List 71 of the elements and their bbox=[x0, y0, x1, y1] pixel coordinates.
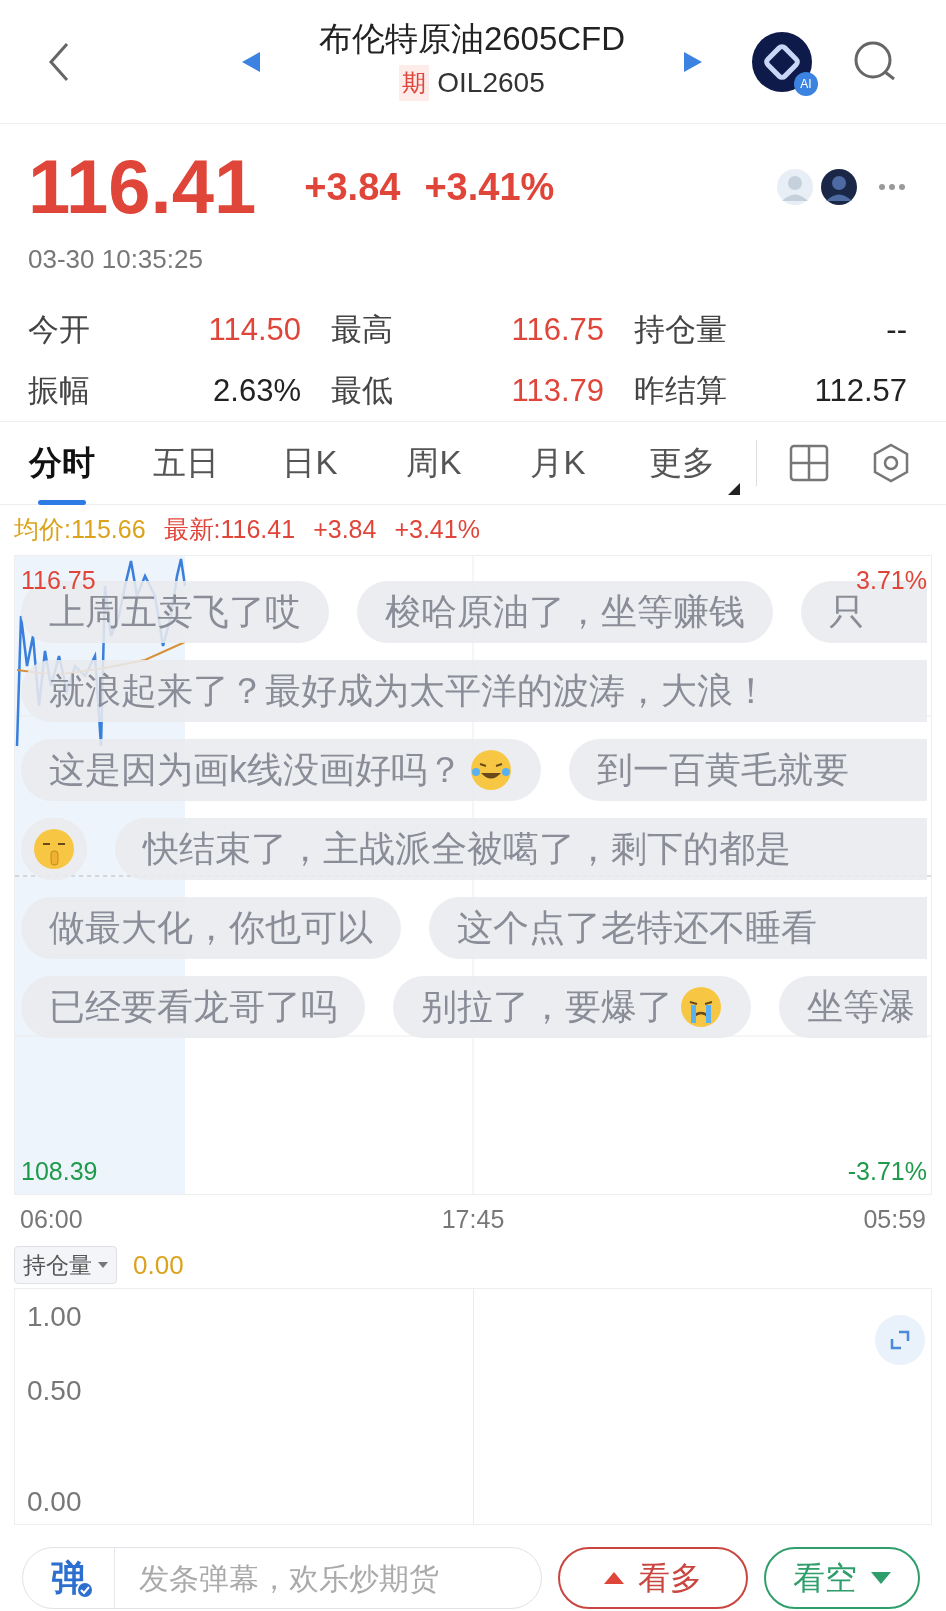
comment-text: 这是因为画k线没画好吗？ bbox=[49, 748, 463, 792]
summary-value: +3.41% bbox=[394, 514, 480, 546]
indicator-dropdown[interactable]: 持仓量 bbox=[14, 1245, 117, 1285]
user-avatar[interactable] bbox=[820, 168, 858, 206]
stat-label: 振幅 bbox=[28, 371, 90, 410]
comment-text: 到一百黄毛就要 bbox=[597, 748, 849, 792]
layout-grid-icon[interactable] bbox=[789, 444, 829, 482]
comment-text: 别拉了，要爆了 bbox=[421, 985, 673, 1029]
previous-arrow-icon[interactable] bbox=[240, 49, 262, 74]
chart-tab[interactable]: 月K bbox=[496, 421, 620, 505]
stat-label: 最低 bbox=[331, 371, 393, 410]
stat-value: 114.50 bbox=[208, 311, 301, 349]
chart-tab[interactable]: 五日 bbox=[124, 421, 248, 505]
comment-text: 梭哈原油了，坐等赚钱 bbox=[385, 590, 745, 634]
caret-icon bbox=[98, 1262, 108, 1268]
time-label: 06:00 bbox=[20, 1204, 83, 1236]
axis-label: -3.71% bbox=[847, 1159, 927, 1184]
danmaku-toggle[interactable]: 弹 bbox=[50, 1551, 87, 1605]
quote-time: 03-30 10:35:25 bbox=[28, 243, 204, 276]
stat-value: 116.75 bbox=[511, 311, 604, 349]
stat-label: 持仓量 bbox=[634, 311, 727, 349]
axis-label: 0.00 bbox=[27, 1488, 82, 1516]
summary-value: 均价:115.66 bbox=[14, 514, 146, 546]
axis-label: 3.71% bbox=[856, 568, 927, 593]
chart-tab[interactable]: 日K bbox=[248, 421, 372, 505]
percent-change: +3.41% bbox=[424, 164, 555, 210]
comment-text: 这个点了老特还不睡看 bbox=[457, 906, 817, 950]
ai-assistant-icon[interactable] bbox=[752, 31, 812, 92]
axis-label: 116.75 bbox=[21, 568, 96, 593]
axis-label: 0.50 bbox=[27, 1377, 82, 1405]
comment-text: 快结束了，主战派全被噶了，剩下的都是 bbox=[143, 827, 791, 871]
settings-icon[interactable] bbox=[871, 443, 911, 483]
more-icon[interactable] bbox=[878, 183, 906, 191]
up-triangle-icon bbox=[604, 1570, 624, 1586]
instrument-code: OIL2605 bbox=[437, 66, 545, 101]
time-label: 17:45 bbox=[441, 1204, 505, 1236]
down-triangle-icon bbox=[871, 1570, 891, 1586]
stat-label: 昨结算 bbox=[634, 371, 727, 410]
chart-tab[interactable]: 更多 bbox=[620, 421, 744, 505]
stat-label: 今开 bbox=[28, 311, 90, 349]
summary-value: +3.84 bbox=[313, 514, 377, 546]
stat-value: -- bbox=[886, 311, 907, 349]
indicator-value: 0.00 bbox=[133, 1248, 184, 1282]
expand-button[interactable] bbox=[875, 1315, 925, 1365]
crying-emoji-icon bbox=[679, 985, 723, 1029]
comment-text: 已经要看龙哥了吗 bbox=[49, 985, 337, 1029]
comment-text: 坐等瀑 bbox=[807, 985, 915, 1029]
summary-value: 最新:116.41 bbox=[163, 514, 296, 546]
comment-text: 只 bbox=[829, 590, 865, 634]
next-arrow-icon[interactable] bbox=[682, 49, 704, 74]
stat-value: 112.57 bbox=[814, 371, 907, 410]
time-label: 05:59 bbox=[863, 1204, 926, 1236]
stat-value: 113.79 bbox=[511, 371, 604, 410]
stat-value: 2.63% bbox=[213, 371, 301, 410]
stat-label: 最高 bbox=[331, 311, 393, 349]
bullish-button[interactable]: 看多 bbox=[558, 1547, 748, 1609]
axis-label: 108.39 bbox=[21, 1159, 98, 1184]
instrument-title: 布伦特原油2605CFD bbox=[318, 18, 626, 59]
futures-badge: 期 bbox=[399, 65, 430, 102]
price-change: +3.84 bbox=[304, 164, 401, 210]
shushing-emoji-icon bbox=[32, 827, 76, 871]
expand-icon bbox=[890, 1330, 910, 1350]
comment-text: 就浪起来了？最好成为太平洋的波涛，大浪！ bbox=[49, 669, 769, 713]
chart-tab[interactable]: 分时 bbox=[0, 421, 124, 505]
chart-tab[interactable]: 周K bbox=[372, 421, 496, 505]
ai-badge: AI bbox=[794, 71, 818, 96]
axis-label: 1.00 bbox=[27, 1303, 82, 1331]
comment-text: 做最大化，你也可以 bbox=[49, 906, 373, 950]
comment-text: 上周五卖飞了哎 bbox=[49, 590, 301, 634]
laughing-emoji-icon bbox=[469, 748, 513, 792]
last-price: 116.41 bbox=[28, 149, 257, 225]
